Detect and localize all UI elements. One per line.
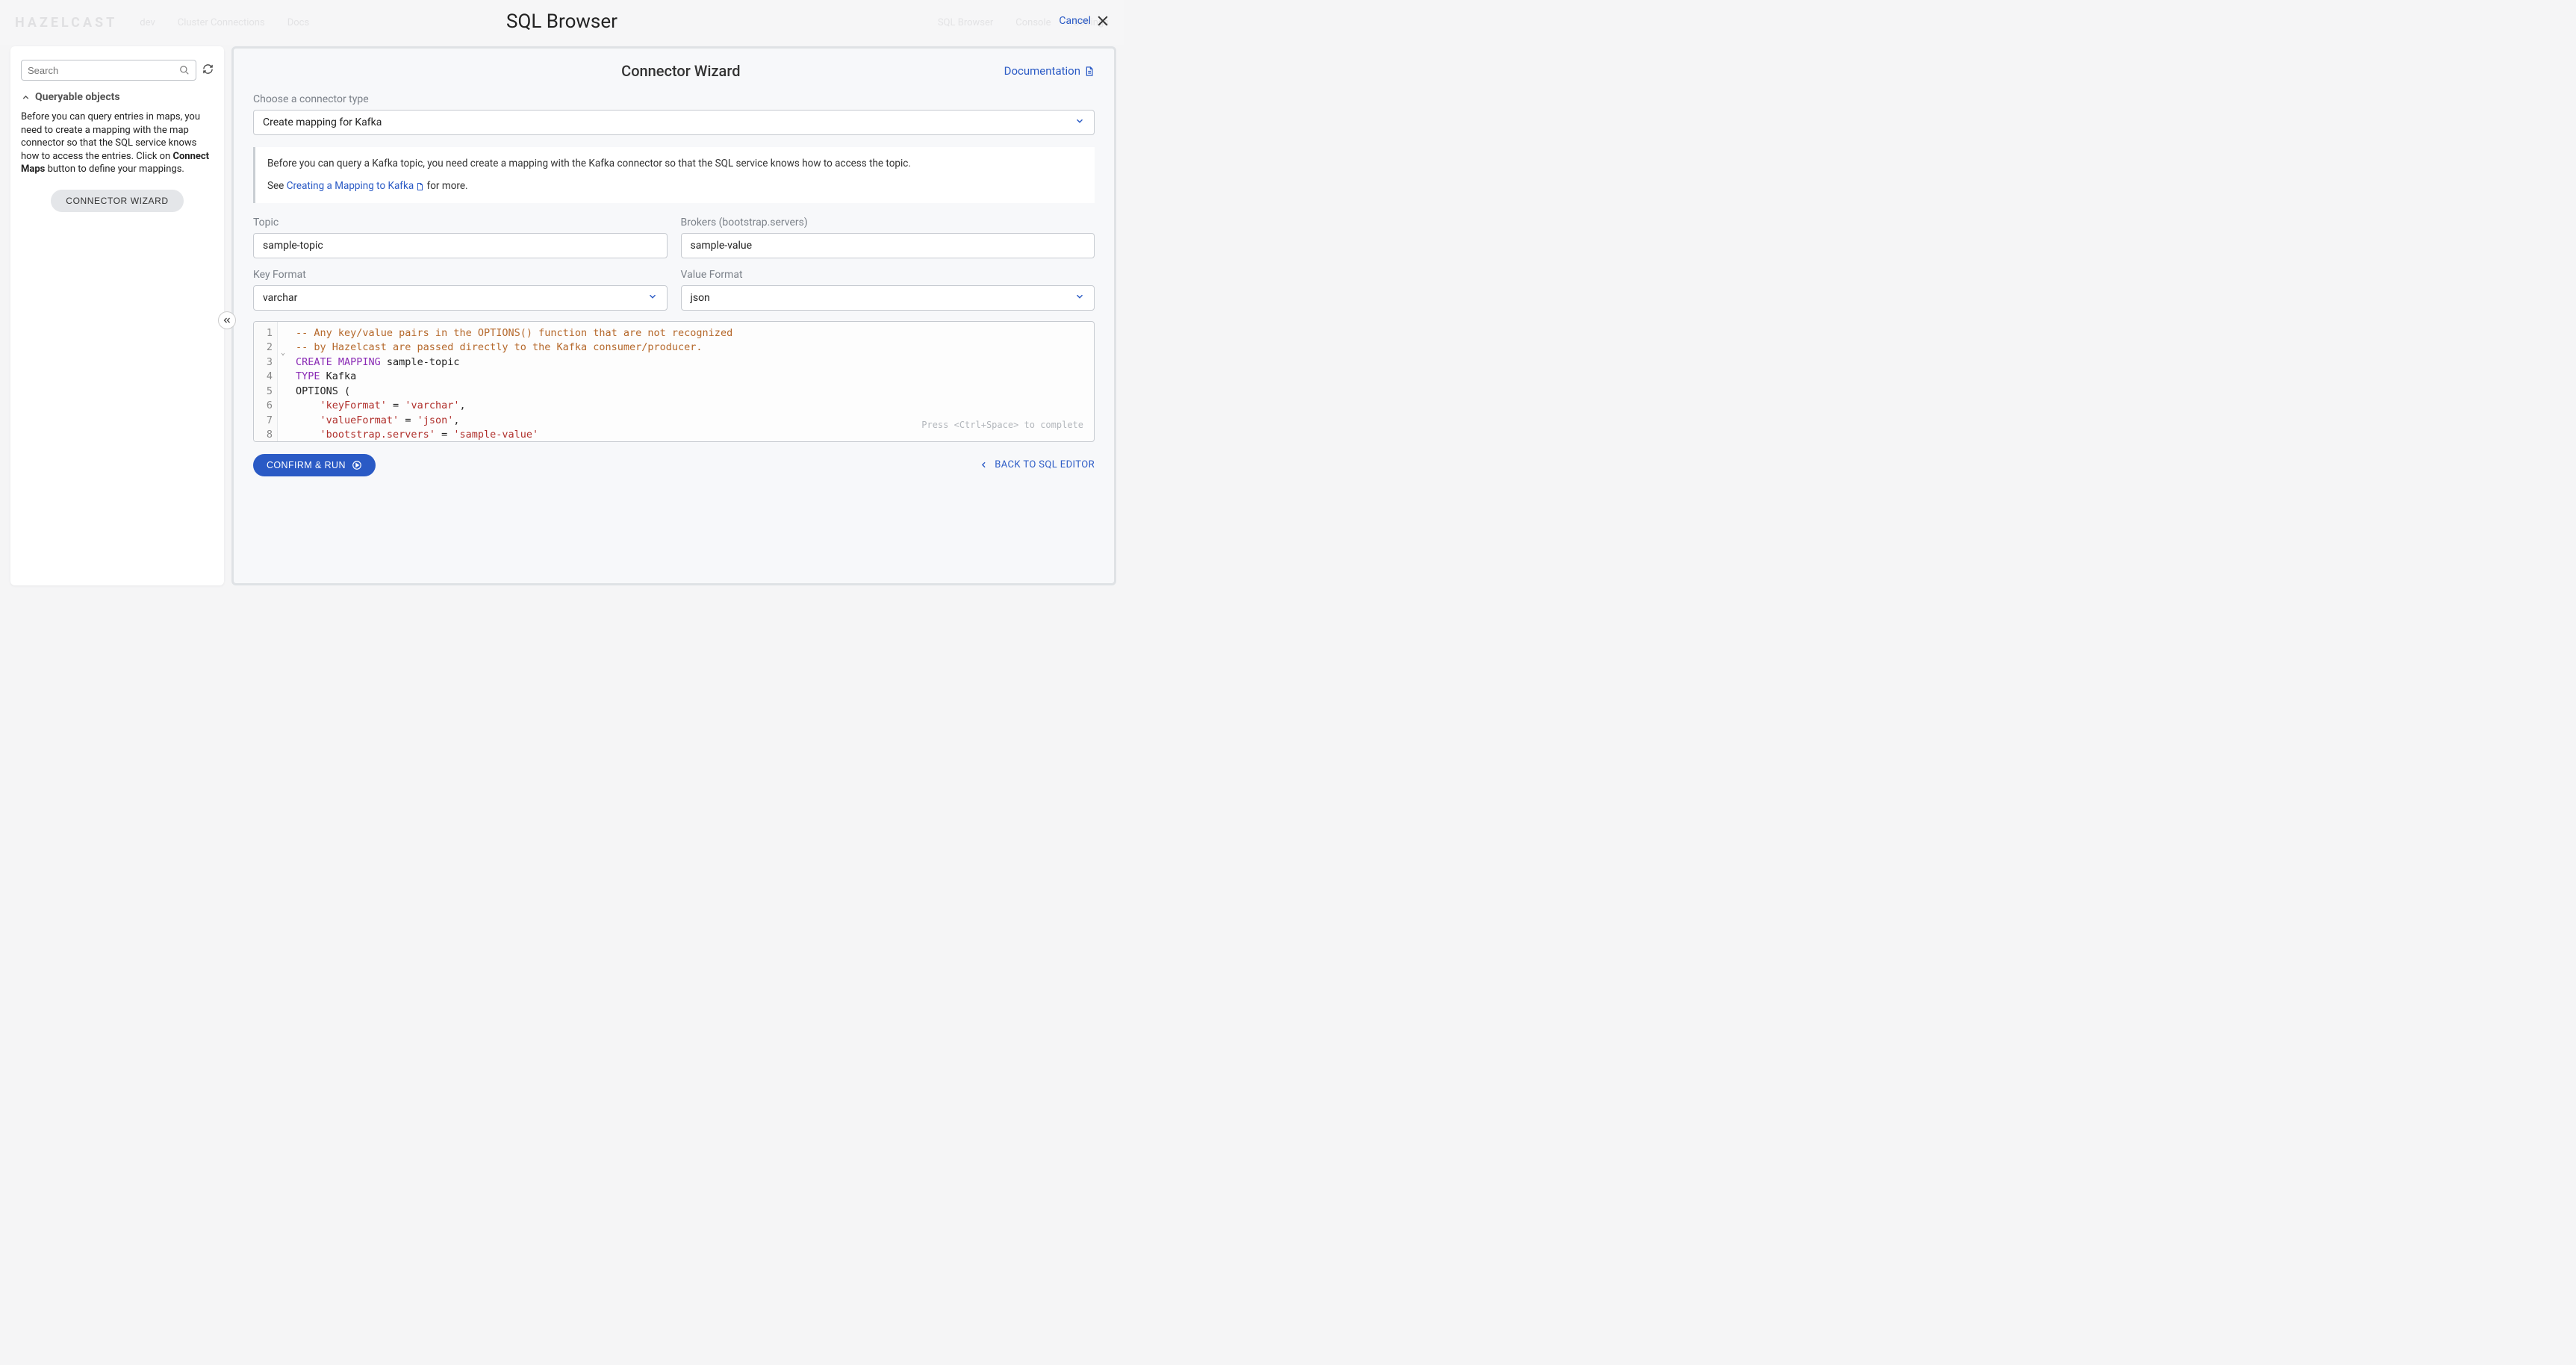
value-format-value: json	[691, 292, 710, 304]
queryable-objects-header[interactable]: Queryable objects	[21, 91, 214, 103]
modal-header: SQL Browser Cancel	[0, 0, 1124, 43]
modal-title: SQL Browser	[506, 10, 617, 33]
search-input[interactable]	[28, 65, 179, 76]
info-suffix: for more.	[424, 180, 467, 192]
key-format-select[interactable]: varchar	[253, 285, 668, 311]
queryable-objects-title: Queryable objects	[35, 91, 120, 103]
connector-type-label: Choose a connector type	[253, 93, 1095, 105]
search-icon	[179, 65, 190, 75]
back-label: BACK TO SQL EDITOR	[995, 459, 1095, 470]
connector-type-select[interactable]: Create mapping for Kafka	[253, 110, 1095, 135]
editor-hint: Press <Ctrl+Space> to complete	[921, 419, 1083, 432]
documentation-link[interactable]: Documentation	[1004, 64, 1095, 78]
confirm-run-label: CONFIRM & RUN	[267, 460, 346, 470]
brokers-input[interactable]: sample-value	[681, 233, 1095, 258]
sql-browser-modal: SQL Browser Cancel Queryable objects	[0, 0, 1124, 596]
value-format-label: Value Format	[681, 269, 1095, 281]
chevron-down-icon	[647, 291, 658, 305]
collapse-sidebar-button[interactable]	[218, 311, 236, 329]
key-format-value: varchar	[263, 292, 297, 304]
brokers-label: Brokers (bootstrap.servers)	[681, 217, 1095, 228]
editor-fold-column: ⌄	[278, 322, 288, 441]
topic-input[interactable]: sample-topic	[253, 233, 668, 258]
chevron-down-icon	[1074, 291, 1085, 305]
topic-label: Topic	[253, 217, 668, 228]
chevron-up-icon	[21, 93, 31, 102]
sidebar-help-text: Before you can query entries in maps, yo…	[21, 111, 214, 176]
info-link[interactable]: Creating a Mapping to Kafka	[287, 180, 425, 192]
chevron-double-left-icon	[223, 316, 231, 325]
chevron-down-icon	[1074, 116, 1085, 129]
close-icon	[1095, 13, 1110, 28]
info-text: Before you can query a Kafka topic, you …	[267, 156, 1083, 171]
connector-wizard-button[interactable]: CONNECTOR WIZARD	[51, 190, 183, 212]
editor-gutter: 1 2 3 4 5 6 7 8	[254, 322, 278, 441]
brokers-value: sample-value	[691, 240, 753, 252]
cancel-label: Cancel	[1059, 15, 1091, 27]
connector-type-value: Create mapping for Kafka	[263, 116, 382, 128]
value-format-select[interactable]: json	[681, 285, 1095, 311]
search-input-wrapper[interactable]	[21, 60, 196, 81]
play-circle-icon	[352, 460, 362, 470]
topic-value: sample-topic	[263, 240, 323, 252]
confirm-run-button[interactable]: CONFIRM & RUN	[253, 454, 376, 476]
info-see: See	[267, 180, 287, 192]
refresh-button[interactable]	[202, 63, 214, 78]
document-icon	[1083, 66, 1095, 77]
back-to-sql-editor-button[interactable]: BACK TO SQL EDITOR	[979, 459, 1095, 470]
connector-wizard-panel: Connector Wizard Documentation Choose a …	[231, 46, 1116, 585]
wizard-title: Connector Wizard	[358, 62, 1004, 80]
cancel-button[interactable]: Cancel	[1059, 13, 1110, 28]
info-box: Before you can query a Kafka topic, you …	[253, 147, 1095, 203]
key-format-label: Key Format	[253, 269, 668, 281]
sidebar: Queryable objects Before you can query e…	[10, 46, 224, 585]
modal-body: Queryable objects Before you can query e…	[10, 46, 1116, 585]
external-link-icon	[415, 182, 424, 191]
chevron-left-icon	[979, 460, 989, 470]
refresh-icon	[202, 63, 214, 75]
sql-editor[interactable]: 1 2 3 4 5 6 7 8 ⌄ -- Any key/value pairs…	[253, 321, 1095, 442]
